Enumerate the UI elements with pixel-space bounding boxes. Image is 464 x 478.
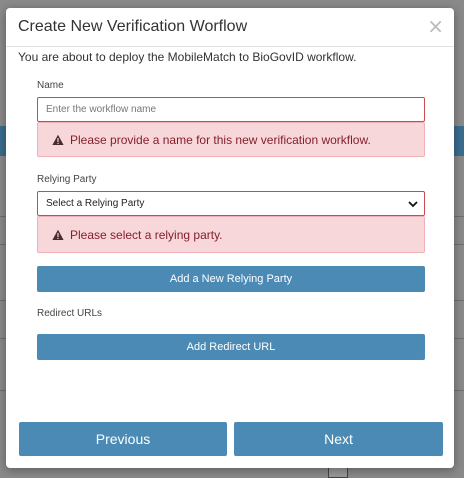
add-relying-party-button[interactable]: Add a New Relying Party: [37, 266, 425, 292]
modal-title: Create New Verification Worflow: [18, 18, 248, 35]
relying-party-selected-value: Select a Relying Party: [46, 198, 145, 209]
warning-triangle-icon: [52, 134, 64, 145]
name-error-alert: Please provide a name for this new verif…: [37, 122, 425, 157]
create-workflow-modal: Create New Verification Worflow × You ar…: [6, 8, 454, 468]
relying-party-error-text: Please select a relying party.: [70, 227, 223, 242]
previous-button[interactable]: Previous: [19, 422, 227, 456]
relying-party-label: Relying Party: [37, 174, 97, 185]
redirect-urls-label: Redirect URLs: [37, 308, 103, 319]
close-icon[interactable]: ×: [427, 16, 444, 36]
chevron-down-icon: [408, 200, 418, 207]
workflow-form: Name Please provide a name for this new …: [37, 80, 425, 360]
next-button[interactable]: Next: [234, 422, 443, 456]
name-label: Name: [37, 80, 64, 91]
intro-text: You are about to deploy the MobileMatch …: [18, 50, 357, 64]
workflow-name-input[interactable]: [37, 97, 425, 122]
relying-party-select[interactable]: Select a Relying Party: [37, 191, 425, 216]
name-error-text: Please provide a name for this new verif…: [70, 132, 371, 147]
relying-party-error-alert: Please select a relying party.: [37, 216, 425, 253]
add-redirect-url-button[interactable]: Add Redirect URL: [37, 334, 425, 360]
warning-triangle-icon: [52, 229, 64, 240]
modal-header: Create New Verification Worflow ×: [6, 8, 454, 47]
